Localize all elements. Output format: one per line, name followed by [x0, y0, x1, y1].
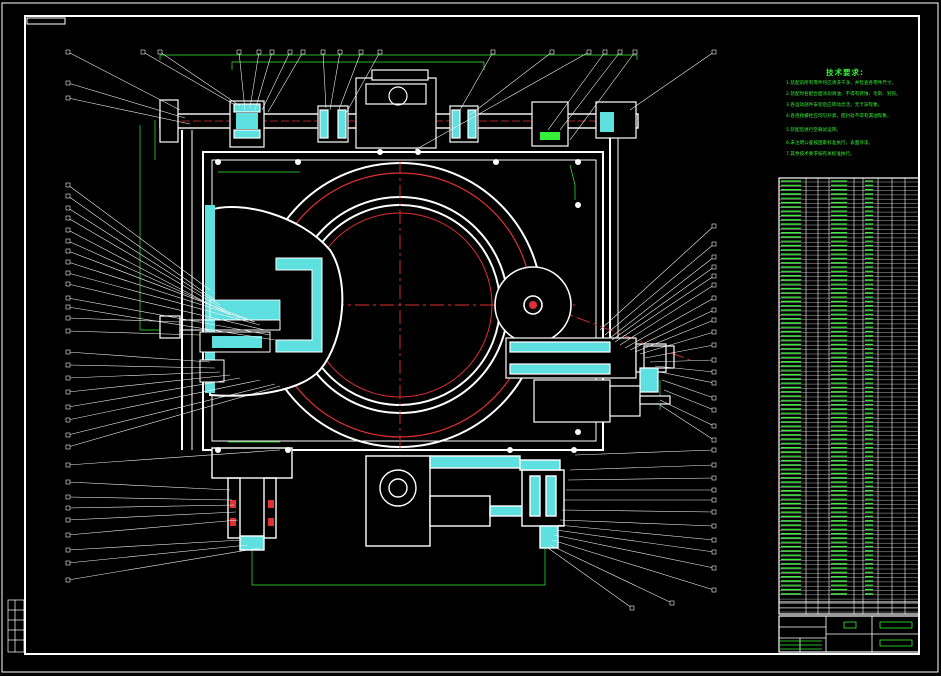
- tech-note: 2.装配时各配合面涂润滑油，不得有锈蚀、毛刺、划伤。: [786, 92, 901, 97]
- title-block: [778, 615, 920, 653]
- right-roller: [494, 266, 572, 344]
- top-bearing-housings: [159, 69, 637, 149]
- cad-drawing-canvas: [1, 2, 939, 673]
- parts-list-table: [778, 177, 920, 615]
- tech-note: 3.各运动部件安装后应转动灵活，无卡滞现象。: [786, 103, 883, 108]
- tech-note: 7.其余技术要求按有关标准执行。: [786, 152, 855, 157]
- mechanism-assembly-view: [159, 69, 691, 551]
- tech-note: 4.各连接螺栓应均匀拧紧，密封处不得有漏油现象。: [786, 114, 892, 119]
- bottom-base: [211, 447, 565, 551]
- technical-requirements-title: 技术要求:: [826, 68, 864, 77]
- tech-note: 5.装配后进行空载试运转。: [786, 128, 841, 133]
- right-drive-gearbox: [505, 337, 675, 423]
- binding-margin-table: [7, 599, 25, 653]
- tech-note: 6.未注明公差按国家标准执行，表面涂漆。: [786, 141, 874, 146]
- tech-note: 1.装配前所有零件均应清洗干净，并检查各零件尺寸。: [786, 81, 897, 86]
